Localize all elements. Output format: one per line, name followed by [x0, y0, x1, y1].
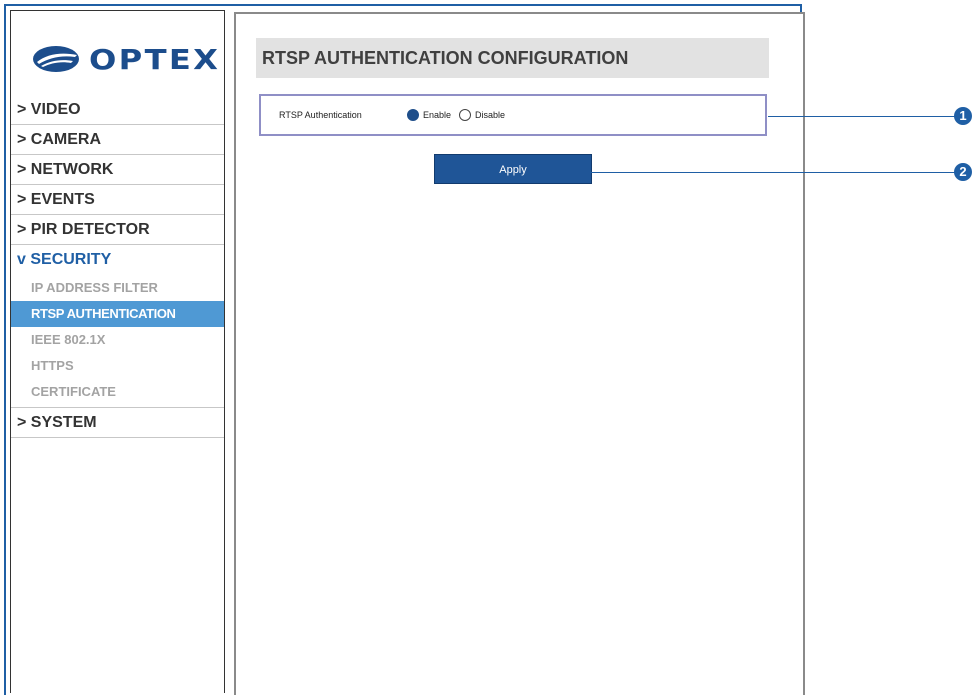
sidebar-subitem-certificate[interactable]: CERTIFICATE: [11, 379, 224, 405]
rtsp-authentication-label: RTSP Authentication: [279, 110, 362, 120]
disable-radio-label: Disable: [475, 110, 506, 120]
sidebar: OPTEX > VIDEO > CAMERA > NETWORK > EVENT…: [10, 10, 225, 693]
sidebar-item-system[interactable]: > SYSTEM: [11, 408, 224, 438]
optex-logo: OPTEX: [31, 39, 218, 79]
apply-button[interactable]: Apply: [434, 154, 592, 184]
callout-marker-2: 2: [954, 163, 972, 181]
optex-bird-icon: [33, 46, 79, 72]
security-submenu: IP ADDRESS FILTER RTSP AUTHENTICATION IE…: [11, 275, 224, 408]
sidebar-item-video[interactable]: > VIDEO: [11, 95, 224, 125]
enable-radio[interactable]: [407, 109, 419, 121]
logo-text: OPTEX: [89, 42, 221, 76]
enable-radio-option[interactable]: Enable: [407, 109, 451, 121]
sidebar-item-pir-detector[interactable]: > PIR DETECTOR: [11, 215, 224, 245]
sidebar-item-security[interactable]: v SECURITY: [11, 245, 224, 275]
disable-radio[interactable]: [459, 109, 472, 121]
page-title: RTSP AUTHENTICATION CONFIGURATION: [256, 38, 769, 78]
main-content: RTSP AUTHENTICATION CONFIGURATION RTSP A…: [234, 12, 805, 695]
callout-marker-1: 1: [954, 107, 972, 125]
sidebar-item-events[interactable]: > EVENTS: [11, 185, 224, 215]
rtsp-authentication-row: RTSP Authentication Enable Disable: [259, 94, 767, 136]
sidebar-item-network[interactable]: > NETWORK: [11, 155, 224, 185]
enable-radio-label: Enable: [423, 110, 452, 120]
sidebar-subitem-https[interactable]: HTTPS: [11, 353, 224, 379]
callout-line-1: [768, 116, 956, 117]
sidebar-subitem-ip-address-filter[interactable]: IP ADDRESS FILTER: [11, 275, 224, 301]
sidebar-subitem-ieee-8021x[interactable]: IEEE 802.1X: [11, 327, 224, 353]
sidebar-item-camera[interactable]: > CAMERA: [11, 125, 224, 155]
callout-line-2: [590, 172, 956, 173]
sidebar-subitem-rtsp-authentication[interactable]: RTSP AUTHENTICATION: [11, 301, 224, 327]
sidebar-nav: > VIDEO > CAMERA > NETWORK > EVENTS > PI…: [11, 95, 224, 438]
disable-radio-option[interactable]: Disable: [459, 109, 505, 121]
